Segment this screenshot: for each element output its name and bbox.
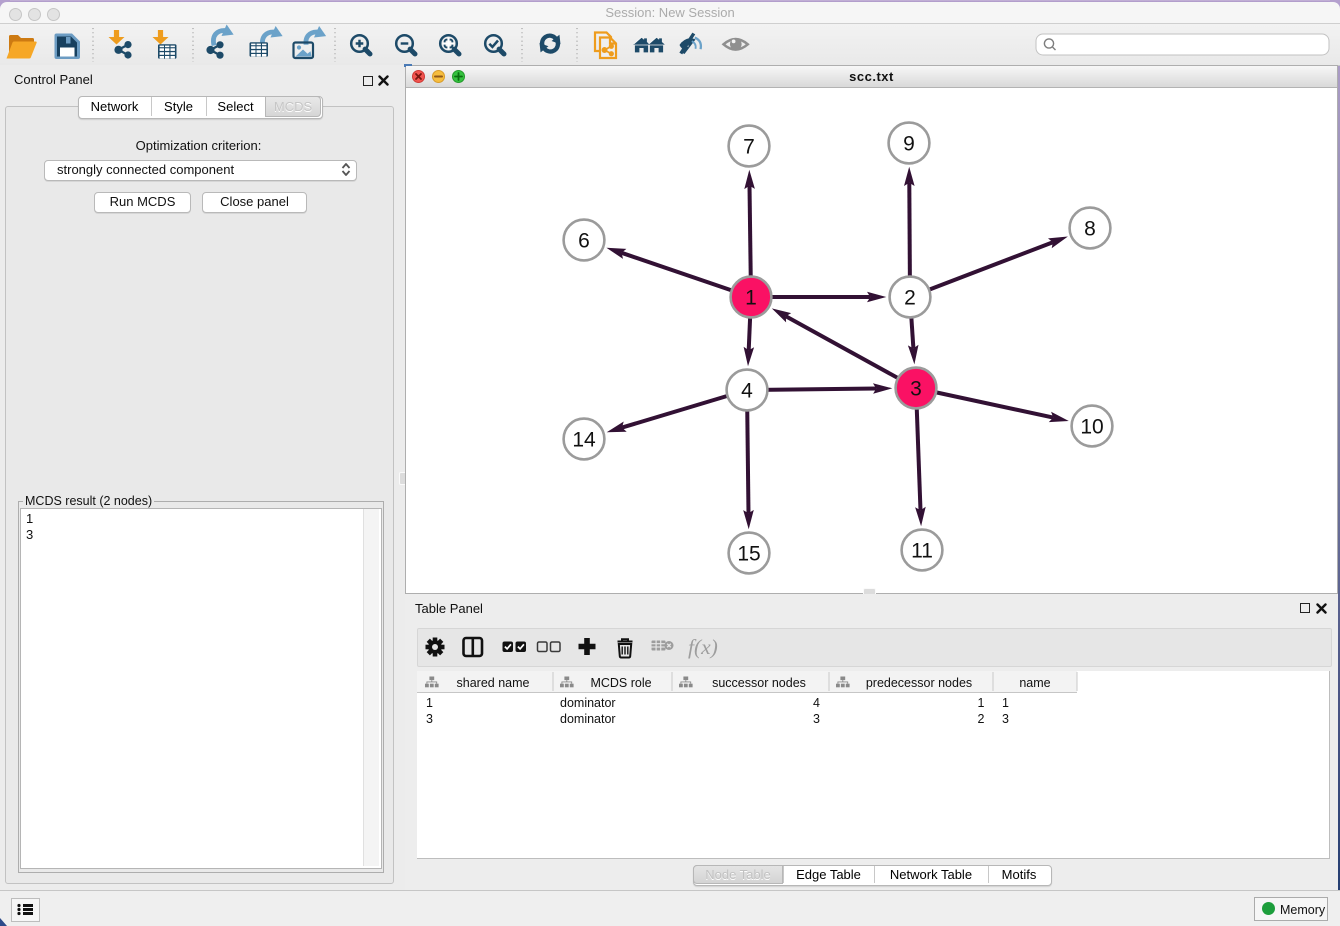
svg-text:14: 14 [572,428,596,451]
svg-text:15: 15 [737,542,760,565]
svg-text:9: 9 [903,132,915,155]
svg-text:f(x): f(x) [688,635,718,659]
svg-text:dominator: dominator [560,696,616,710]
svg-text:2: 2 [978,712,985,726]
svg-text:3: 3 [1002,712,1009,726]
svg-text:successor nodes: successor nodes [712,676,806,690]
svg-text:1: 1 [1002,696,1009,710]
svg-text:3: 3 [813,712,820,726]
svg-text:4: 4 [813,696,820,710]
svg-text:predecessor nodes: predecessor nodes [866,676,972,690]
svg-text:3: 3 [910,377,922,400]
svg-text:MCDS role: MCDS role [590,676,651,690]
svg-text:6: 6 [578,229,590,252]
svg-text:shared name: shared name [457,676,530,690]
svg-text:8: 8 [1084,217,1096,240]
svg-text:1: 1 [978,696,985,710]
svg-text:11: 11 [911,539,933,562]
svg-text:10: 10 [1080,415,1103,438]
svg-text:3: 3 [426,712,433,726]
svg-text:name: name [1019,676,1050,690]
svg-text:2: 2 [904,286,916,309]
svg-text:1: 1 [745,286,757,309]
svg-text:4: 4 [741,379,753,402]
svg-text:1: 1 [426,696,433,710]
svg-text:dominator: dominator [560,712,616,726]
svg-text:7: 7 [743,135,755,158]
